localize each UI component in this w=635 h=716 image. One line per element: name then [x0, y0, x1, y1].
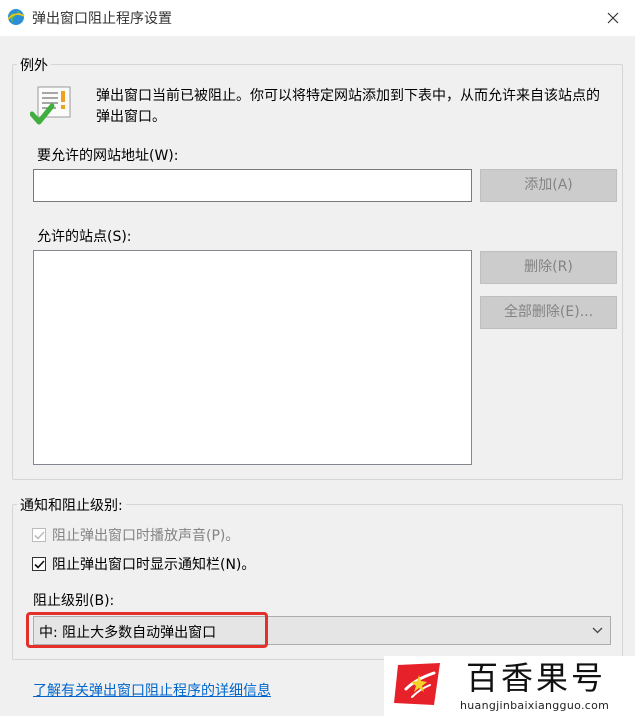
watermark-title: 百香果号 [466, 659, 607, 697]
highlight-annotation [26, 612, 268, 648]
window-title: 弹出窗口阻止程序设置 [32, 11, 172, 27]
address-label: 要允许的网站地址(W): [37, 148, 179, 164]
watermark-logo-icon [394, 663, 440, 705]
exceptions-description: 弹出窗口当前已被阻止。你可以将特定网站添加到下表中，从而允许来自该站点的弹出窗口… [96, 88, 600, 125]
watermark: 百香果号 huangjinbaixiangguo.com [384, 656, 635, 716]
block-level-label: 阻止级别(B): [33, 593, 115, 609]
notifications-group-title: 通知和阻止级别: [17, 495, 126, 515]
close-icon [607, 12, 619, 24]
add-button[interactable]: 添加(A) [480, 169, 617, 202]
check-icon [33, 559, 45, 569]
remove-all-button[interactable]: 全部删除(E)... [480, 296, 617, 329]
check-icon [33, 530, 45, 540]
close-button[interactable] [591, 0, 635, 36]
title-bar: 弹出窗口阻止程序设置 [0, 0, 635, 36]
remove-button[interactable]: 删除(R) [480, 251, 617, 284]
play-sound-option[interactable]: 阻止弹出窗口时播放声音(P)。 [32, 525, 239, 545]
exception-checklist-icon [29, 84, 74, 130]
show-bar-option[interactable]: 阻止弹出窗口时显示通知栏(N)。 [32, 554, 255, 574]
allowed-sites-list[interactable] [33, 250, 472, 465]
watermark-subtitle: huangjinbaixiangguo.com [460, 699, 610, 712]
ie-globe-icon [7, 8, 25, 26]
chevron-down-icon [592, 627, 603, 634]
play-sound-label: 阻止弹出窗口时播放声音(P)。 [52, 528, 240, 544]
exceptions-group-title: 例外 [17, 55, 51, 75]
website-address-input[interactable] [33, 169, 472, 202]
help-link[interactable]: 了解有关弹出窗口阻止程序的详细信息 [33, 680, 271, 700]
allowed-sites-label: 允许的站点(S): [37, 229, 132, 245]
play-sound-checkbox[interactable] [32, 528, 46, 542]
show-bar-label: 阻止弹出窗口时显示通知栏(N)。 [52, 557, 256, 573]
show-bar-checkbox[interactable] [32, 557, 46, 571]
